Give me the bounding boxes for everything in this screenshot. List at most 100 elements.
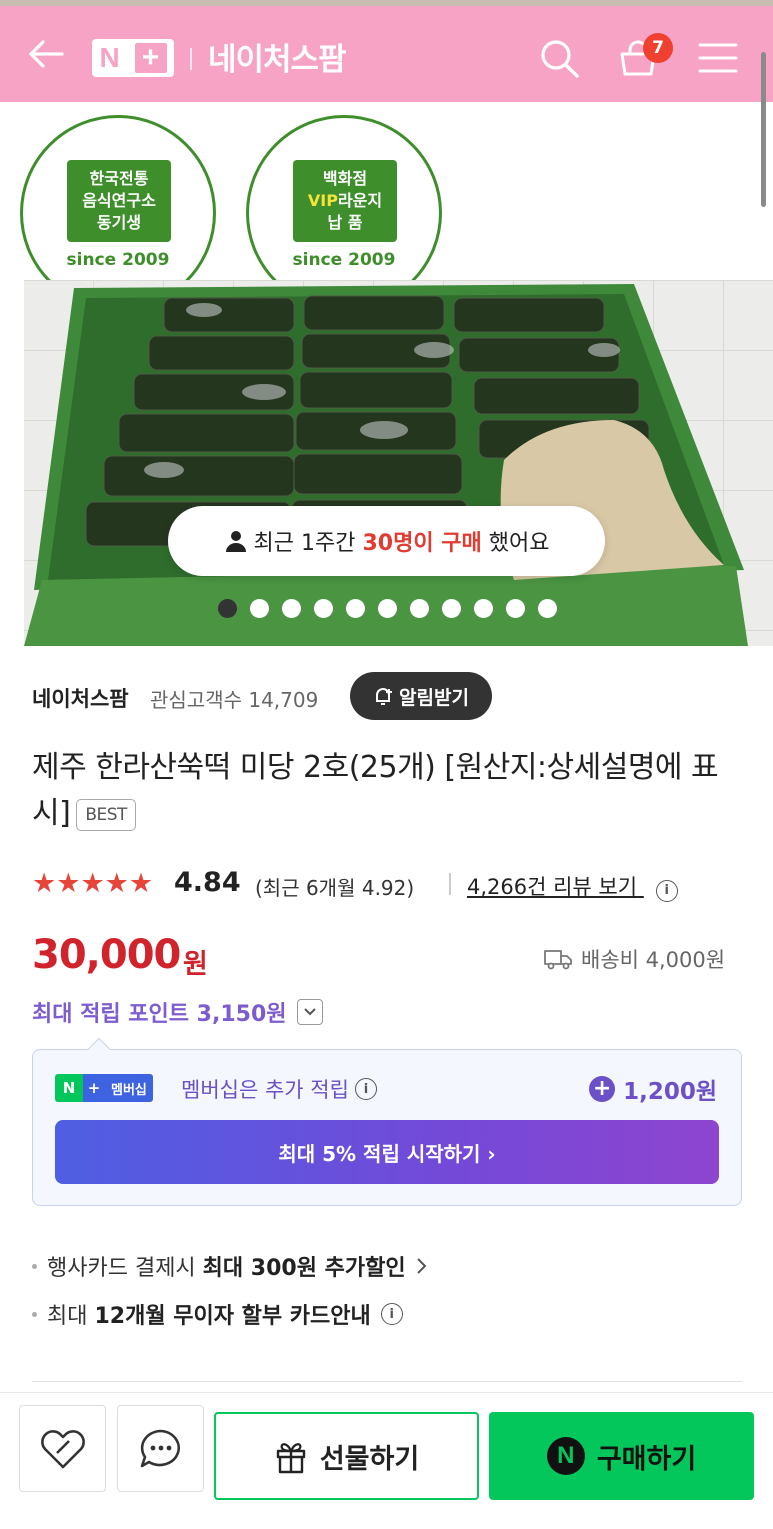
divider [449, 873, 451, 895]
stamp-line: 한국전통 [89, 169, 149, 188]
scrollbar[interactable] [761, 52, 766, 207]
person-icon [225, 531, 246, 552]
installment-item[interactable]: 최대 12개월 무이자 할부 카드안내 i [32, 1298, 403, 1330]
pagination-dot[interactable] [282, 599, 301, 618]
stamp-line: 음식연구소 [82, 191, 156, 210]
gift-button[interactable]: 선물하기 [214, 1412, 479, 1500]
bottom-action-bar: 선물하기 N 구매하기 [0, 1392, 773, 1529]
star-icon: ★ [80, 868, 105, 899]
chat-button[interactable] [117, 1405, 204, 1492]
pagination-dot[interactable] [218, 599, 237, 618]
store-title[interactable]: 네이처스팜 [208, 34, 347, 79]
membership-points-value: 1,200원 [623, 1079, 717, 1105]
menu-icon[interactable] [696, 36, 740, 80]
back-arrow-icon[interactable] [26, 34, 66, 74]
search-icon[interactable] [537, 36, 581, 80]
price: 30,000 [32, 932, 181, 978]
pagination-dot[interactable] [410, 599, 429, 618]
gift-icon [276, 1443, 306, 1474]
installment-text: 최대 12개월 무이자 할부 카드안내 [47, 1298, 371, 1330]
stamp-vip: VIP [307, 191, 338, 210]
membership-points: + 1,200원 [589, 1072, 717, 1106]
naver-plus-membership-badge: N + 멤버십 [55, 1074, 153, 1102]
plus-circle-icon: + [589, 1076, 616, 1102]
buyer-prefix: 최근 1주간 [253, 531, 363, 556]
card-prefix: 행사카드 결제시 [47, 1256, 203, 1281]
bullet [32, 1263, 37, 1269]
pagination-dot[interactable] [346, 599, 365, 618]
heart-icon [40, 1429, 85, 1468]
pagination-dot[interactable] [250, 599, 269, 618]
seller-name[interactable]: 네이처스팜 [32, 683, 129, 713]
gift-label: 선물하기 [319, 1443, 420, 1475]
info-icon[interactable]: i [354, 1078, 377, 1100]
naver-plus-logo[interactable]: N + [92, 39, 174, 77]
star-icon: ★ [104, 868, 129, 899]
cart-count-badge: 7 [643, 33, 673, 63]
product-photo-image [24, 280, 773, 646]
rating-stars: ★ ★ ★ ★ ★ [32, 870, 153, 898]
logo-n: N [99, 42, 120, 73]
logo-separator [190, 48, 192, 70]
alarm-label: 알림받기 [399, 686, 469, 709]
shipping-fee: 배송비 4,000원 [543, 944, 725, 974]
membership-text-label: 멤버십은 추가 적립 [181, 1078, 349, 1102]
alarm-button[interactable]: 알림받기 [350, 672, 492, 720]
pagination-dot[interactable] [314, 599, 333, 618]
rating-value: 4.84 [174, 867, 241, 898]
truck-icon [544, 950, 572, 970]
stamp-since: since 2009 [292, 250, 396, 270]
price-currency: 원 [183, 949, 208, 980]
card-discount-text: 행사카드 결제시 최대 300원 추가할인 [47, 1250, 406, 1282]
box-notch [87, 1037, 111, 1061]
pagination-dot[interactable] [442, 599, 461, 618]
buy-button[interactable]: N 구매하기 [489, 1412, 754, 1500]
buy-label: 구매하기 [596, 1443, 697, 1475]
top-header: N + 네이처스팜 7 [0, 6, 773, 102]
membership-text: 멤버십은 추가 적립 i [181, 1074, 377, 1104]
wishlist-button[interactable] [19, 1405, 106, 1492]
section-divider [32, 1381, 742, 1382]
product-photo[interactable] [24, 280, 773, 646]
pagination-dot[interactable] [538, 599, 557, 618]
gallery-pagination[interactable] [218, 599, 557, 618]
membership-box: N + 멤버십 멤버십은 추가 적립 i + 1,200원 최대 5% 적립 시… [32, 1037, 742, 1206]
buyer-suffix: 했어요 [481, 531, 550, 556]
star-icon: ★ [128, 868, 154, 899]
buyer-highlight: 30명이 구매 [362, 531, 482, 556]
max-points-text: 최대 적립 포인트 3,150원 [32, 1002, 287, 1027]
info-icon[interactable]: i [380, 1303, 403, 1325]
badge-plus: + [83, 1074, 105, 1102]
stamp-line: 납 품 [327, 213, 363, 232]
best-badge: BEST [76, 798, 136, 831]
card-discount-item[interactable]: 행사카드 결제시 최대 300원 추가할인 [32, 1250, 428, 1282]
seller-fans: 관심고객수 14,709 [150, 688, 319, 712]
stamp-since: since 2009 [66, 250, 170, 270]
shipping-text: 배송비 4,000원 [581, 948, 726, 972]
card-bold: 최대 300원 추가할인 [202, 1256, 406, 1281]
pagination-dot[interactable] [474, 599, 493, 618]
max-points[interactable]: 최대 적립 포인트 3,150원 [32, 996, 323, 1028]
logo-plus: + [134, 41, 167, 74]
install-bold: 12개월 무이자 할부 카드안내 [94, 1304, 371, 1329]
recent-buyers-pill: 최근 1주간 30명이 구매 했어요 [168, 506, 605, 576]
info-icon[interactable]: i [655, 879, 678, 902]
reviews-link[interactable]: 4,266건 리뷰 보기 i [467, 871, 678, 902]
star-icon: ★ [32, 868, 57, 899]
chat-icon [140, 1429, 180, 1467]
chevron-down-icon[interactable] [296, 999, 323, 1025]
badge-n: N [55, 1074, 83, 1102]
recent-rating: (최근 6개월 4.92) [255, 876, 415, 900]
bell-plus-icon [376, 688, 393, 705]
chevron-right-icon [416, 1258, 427, 1274]
pagination-dot[interactable] [506, 599, 525, 618]
pagination-dot[interactable] [378, 599, 397, 618]
start-membership-button[interactable]: 최대 5% 적립 시작하기 › [55, 1120, 719, 1184]
install-prefix: 최대 [47, 1304, 95, 1329]
stamp-line: 동기생 [96, 213, 142, 232]
star-icon: ★ [56, 868, 81, 899]
stamp-line: VIP라운지 [308, 190, 382, 212]
badge-text: 멤버십 [105, 1074, 153, 1102]
stamp-line: 백화점 [322, 169, 368, 188]
naver-pay-icon: N [546, 1437, 585, 1475]
